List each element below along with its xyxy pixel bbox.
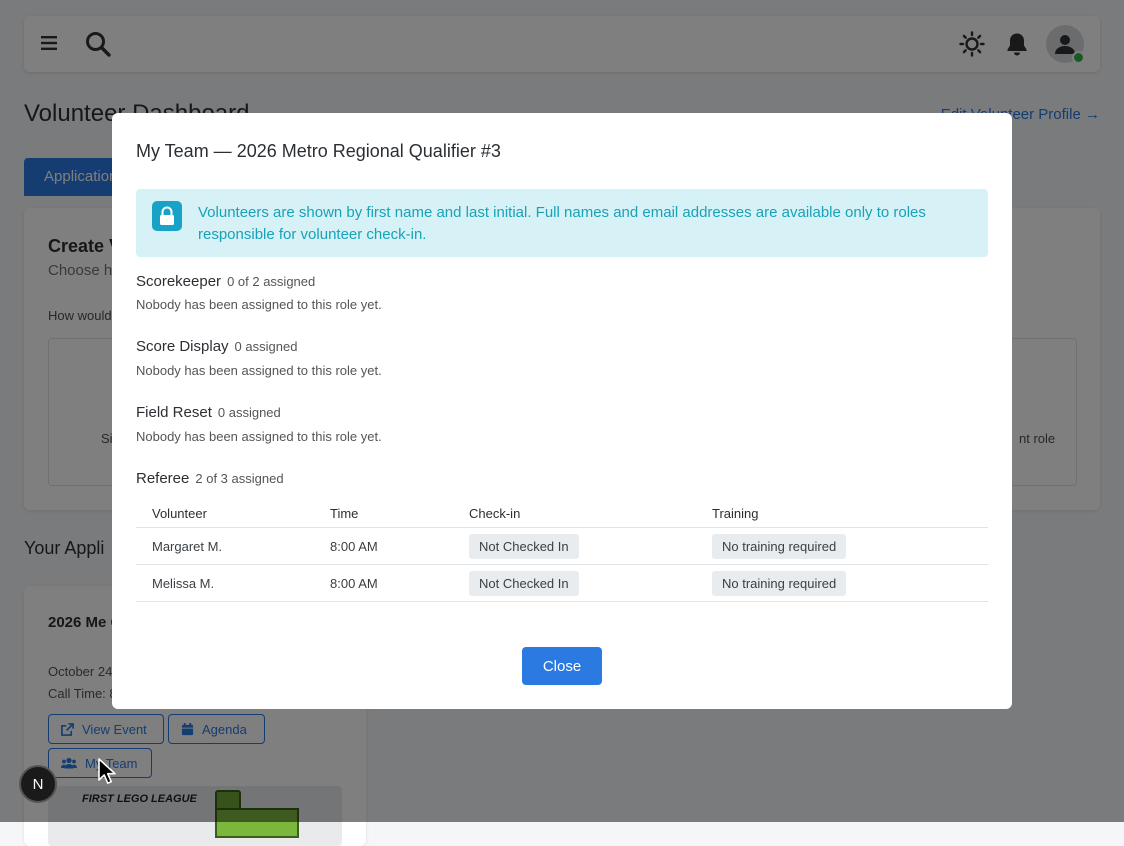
volunteer-name: Melissa M. [136, 564, 314, 602]
my-team-modal: My Team — 2026 Metro Regional Qualifier … [112, 113, 1012, 709]
checkin-cell: Not Checked In [453, 527, 696, 565]
shift-time: 8:00 AM [314, 527, 453, 565]
training-status-badge: No training required [712, 533, 847, 559]
referee-table: Volunteer Time Check-in Training Margare… [136, 499, 988, 602]
column-header-training: Training [696, 499, 988, 528]
role-scorekeeper: Scorekeeper 0 of 2 assigned [136, 273, 315, 290]
mouse-cursor-icon [98, 758, 116, 784]
role-empty-message: Nobody has been assigned to this role ye… [136, 363, 382, 378]
volunteer-name: Margaret M. [136, 527, 314, 565]
table-row: Margaret M. 8:00 AM Not Checked In No tr… [136, 527, 988, 565]
role-name: Score Display [136, 338, 229, 355]
column-header-checkin: Check-in [453, 499, 696, 528]
role-name: Scorekeeper [136, 273, 222, 290]
close-button[interactable]: Close [522, 647, 602, 685]
role-count: 0 of 2 assigned [227, 274, 316, 289]
privacy-notice-text: Volunteers are shown by first name and l… [198, 204, 926, 243]
training-cell: No training required [696, 564, 988, 602]
role-count: 0 assigned [217, 405, 281, 420]
training-cell: No training required [696, 527, 988, 565]
role-empty-message: Nobody has been assigned to this role ye… [136, 429, 382, 444]
role-name: Referee [136, 470, 190, 487]
role-count: 0 assigned [234, 339, 298, 354]
table-row: Melissa M. 8:00 AM Not Checked In No tra… [136, 564, 988, 602]
dev-tools-badge[interactable]: N [19, 765, 57, 803]
column-header-volunteer: Volunteer [136, 499, 314, 528]
training-status-badge: No training required [712, 570, 847, 596]
role-score-display: Score Display 0 assigned [136, 338, 297, 355]
checkin-status-badge: Not Checked In [469, 533, 579, 559]
checkin-status-badge: Not Checked In [469, 570, 579, 596]
shift-time: 8:00 AM [314, 564, 453, 602]
column-header-time: Time [314, 499, 453, 528]
table-header-row: Volunteer Time Check-in Training [136, 499, 988, 528]
role-field-reset: Field Reset 0 assigned [136, 404, 281, 421]
role-referee: Referee 2 of 3 assigned [136, 470, 284, 487]
role-empty-message: Nobody has been assigned to this role ye… [136, 297, 382, 312]
role-name: Field Reset [136, 404, 212, 421]
privacy-notice: Volunteers are shown by first name and l… [136, 189, 988, 257]
modal-title: My Team — 2026 Metro Regional Qualifier … [136, 141, 501, 161]
role-count: 2 of 3 assigned [195, 471, 284, 486]
checkin-cell: Not Checked In [453, 564, 696, 602]
lock-icon [152, 201, 182, 231]
